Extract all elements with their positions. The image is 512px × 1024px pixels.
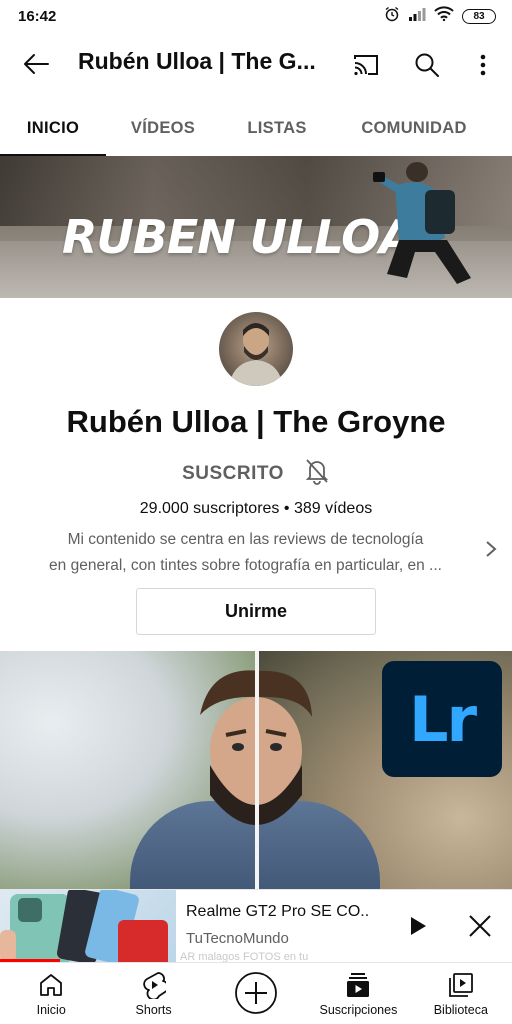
back-button[interactable] (20, 50, 52, 78)
photographer-figure (373, 162, 471, 284)
phones-image (0, 890, 168, 962)
banner-logo-text: RUBEN ULLOA (62, 210, 402, 264)
channel-tabs: INICIO VÍDEOS LISTAS COMUNIDAD (0, 100, 512, 156)
wifi-icon (434, 6, 454, 26)
description-line: Mi contenido se centra en las reviews de… (67, 531, 424, 548)
subscribed-button[interactable]: SUSCRITO (182, 463, 284, 485)
mini-player-thumbnail[interactable] (0, 890, 176, 962)
nav-label: Suscripciones (319, 1003, 398, 1017)
mini-player-channel: TuTecnoMundo (186, 930, 289, 947)
back-arrow-icon (24, 54, 49, 74)
signal-icon (408, 7, 426, 26)
stats-separator: • (283, 500, 290, 517)
nav-label: Biblioteca (433, 1003, 488, 1017)
more-vert-icon (480, 54, 486, 76)
library-icon (446, 970, 476, 1000)
channel-stats: 29.000 suscriptores • 389 vídeos (0, 500, 512, 518)
status-icons: 83 (384, 6, 496, 27)
subscriber-count: 29.000 suscriptores (139, 500, 280, 517)
nav-label: Inicio (36, 1003, 66, 1017)
chevron-right-icon[interactable] (482, 538, 500, 560)
nav-item-suscripciones[interactable]: Suscripciones (307, 963, 409, 1024)
shorts-icon (139, 970, 169, 1000)
featured-video-thumbnail[interactable]: Lr (0, 651, 512, 889)
play-button[interactable] (400, 908, 436, 944)
avatar-portrait (229, 323, 283, 386)
nav-item-inicio[interactable]: Inicio (0, 963, 102, 1024)
video-count: 389 vídeos (293, 500, 373, 517)
mini-player-title: Realme GT2 Pro SE CO.. (186, 903, 370, 920)
nav-item-biblioteca[interactable]: Biblioteca (410, 963, 512, 1024)
tab-inicio[interactable]: INICIO (0, 100, 106, 156)
tab-comunidad[interactable]: COMUNIDAD (334, 100, 494, 156)
alarm-icon (384, 6, 400, 27)
subscriptions-icon (343, 970, 373, 1000)
battery-indicator: 83 (462, 8, 496, 24)
nav-item-create[interactable] (205, 963, 307, 1024)
bottom-navigation: Inicio Shorts Suscripciones Biblioteca (0, 962, 512, 1024)
join-button[interactable]: Unirme (136, 588, 376, 635)
close-mini-player-button[interactable] (462, 908, 498, 944)
channel-banner: RUBEN ULLOA (0, 156, 512, 298)
nav-label: Shorts (135, 1003, 172, 1017)
channel-avatar[interactable] (219, 312, 293, 386)
mini-player[interactable]: AR malagos FOTOS en tu Realme GT2 Pro SE… (0, 889, 512, 963)
channel-name: Rubén Ulloa | The Groyne (66, 404, 446, 439)
channel-description[interactable]: Mi contenido se centra en las reviews de… (18, 527, 473, 579)
tab-listas[interactable]: LISTAS (220, 100, 334, 156)
status-bar: 16:42 83 (0, 0, 512, 32)
search-button[interactable] (410, 48, 444, 82)
cast-button[interactable] (349, 48, 383, 82)
more-options-button[interactable] (466, 48, 500, 82)
close-icon (469, 915, 491, 937)
notification-bell-button[interactable] (304, 457, 330, 490)
bell-off-icon (305, 459, 329, 485)
subscription-row: SUSCRITO (0, 457, 512, 490)
thumbnail-split-divider (255, 651, 259, 889)
home-icon (36, 970, 66, 1000)
search-icon (415, 53, 439, 77)
description-line: en general, con tintes sobre fotografía … (49, 557, 442, 574)
app-bar-title: Rubén Ulloa | The G... (78, 48, 316, 74)
create-plus-icon (234, 971, 278, 1015)
nav-item-shorts[interactable]: Shorts (102, 963, 204, 1024)
play-icon (411, 917, 426, 935)
status-time: 16:42 (18, 7, 57, 25)
tab-videos[interactable]: VÍDEOS (106, 100, 220, 156)
lightroom-logo: Lr (382, 661, 502, 777)
cast-icon (354, 55, 378, 76)
app-bar: Rubén Ulloa | The G... (0, 34, 512, 94)
